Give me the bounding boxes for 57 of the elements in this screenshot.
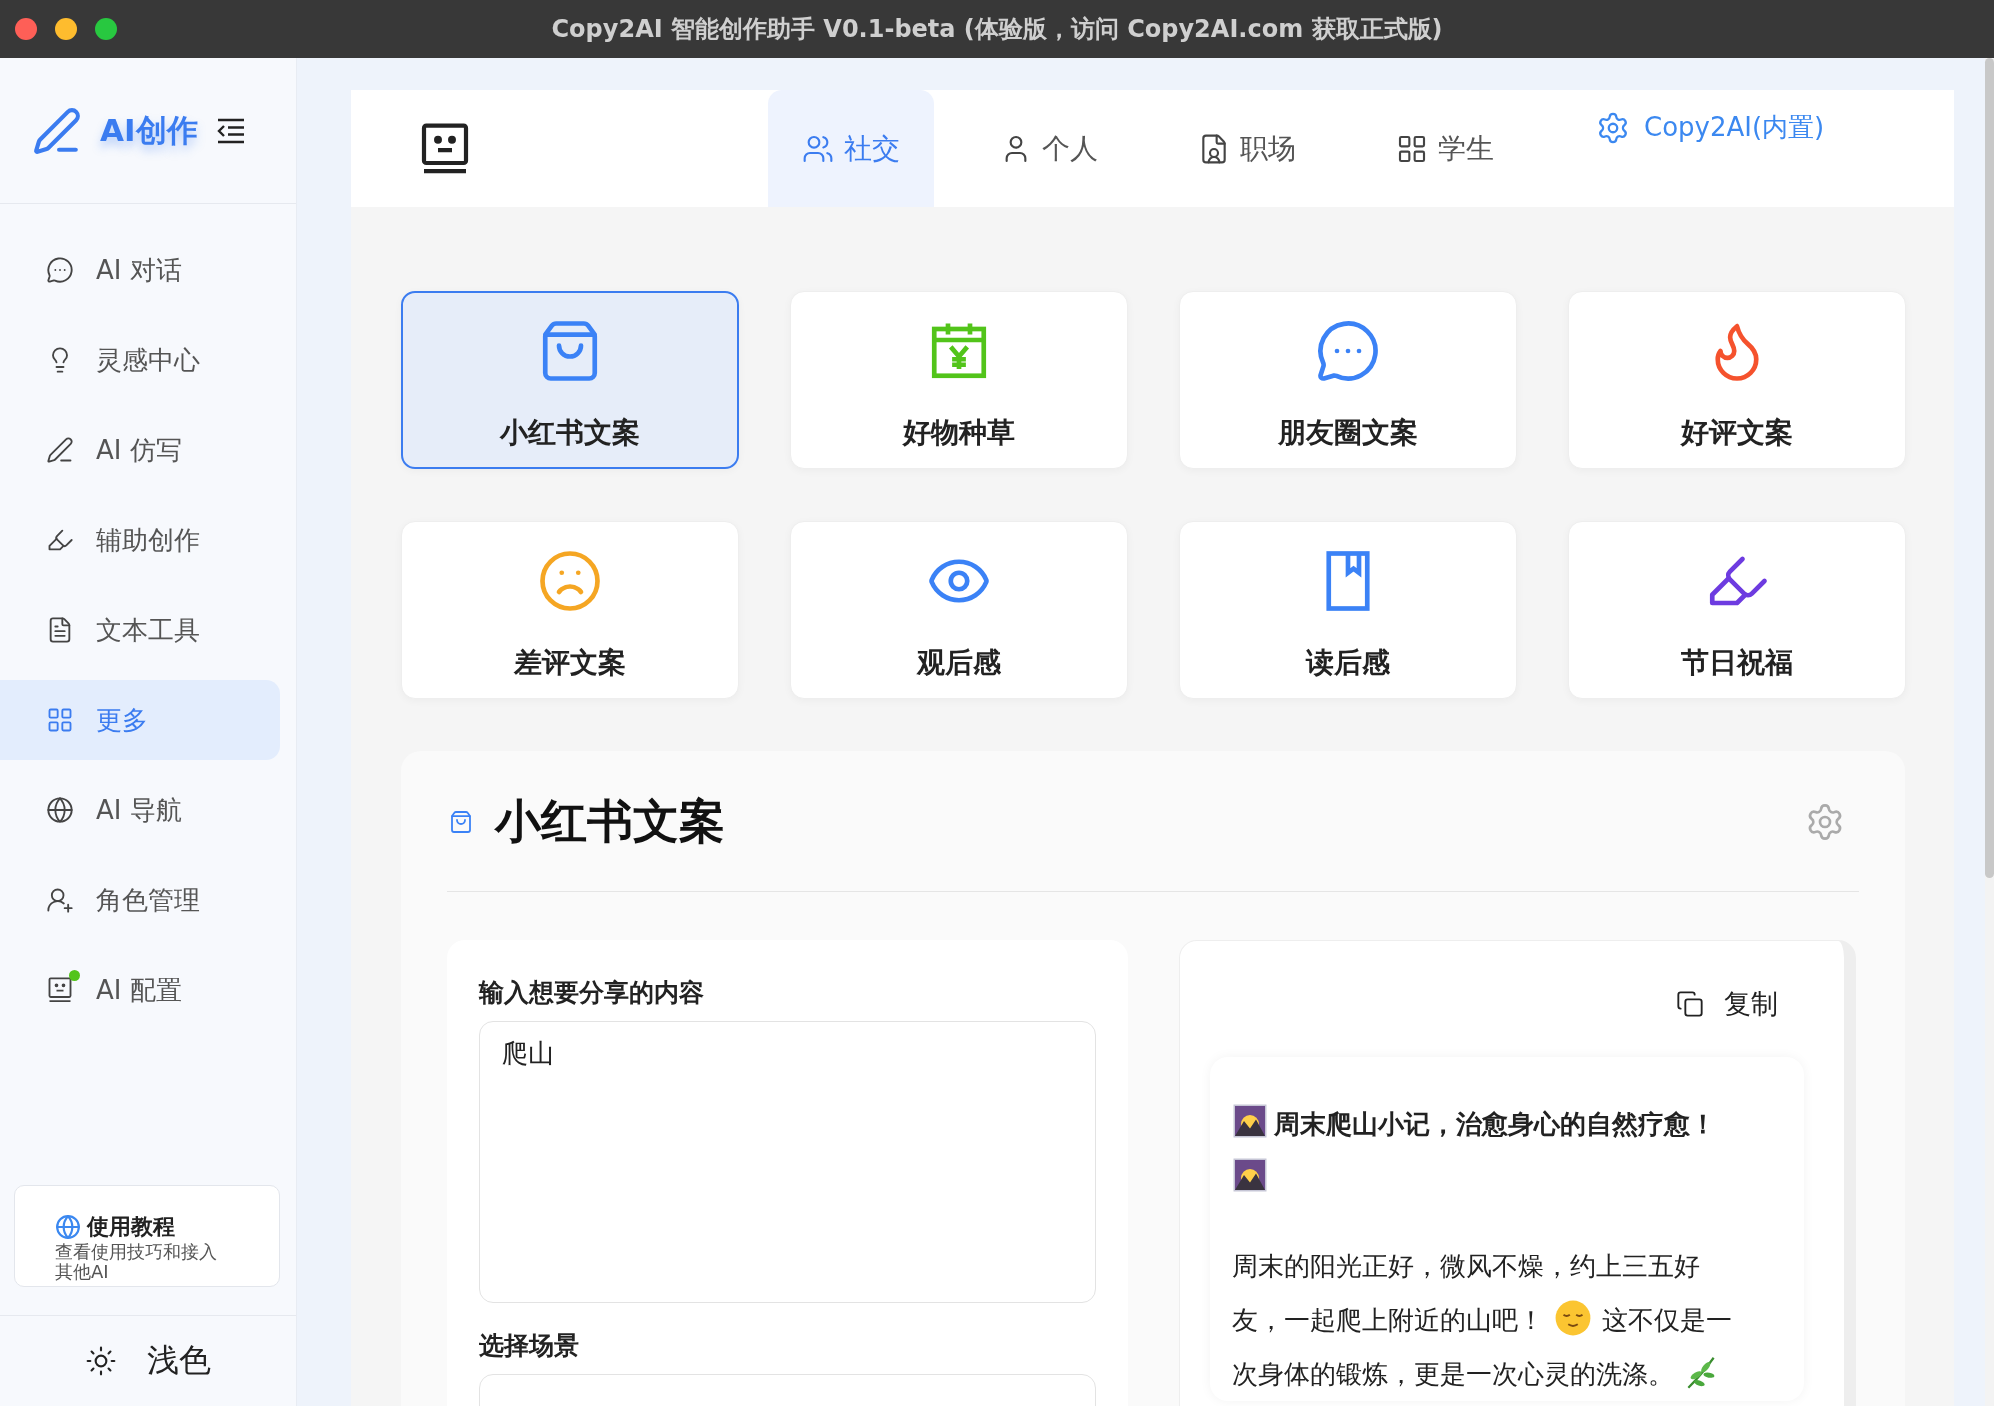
template-card[interactable]: 好评文案 <box>1568 291 1906 469</box>
globe-icon <box>46 796 74 824</box>
template-card[interactable]: 差评文案 <box>401 521 739 699</box>
tutorial-description: 查看使用技巧和接入其他AI <box>55 1242 218 1282</box>
tutorial-card[interactable]: 使用教程 查看使用技巧和接入其他AI <box>14 1185 280 1287</box>
pen-icon <box>46 436 74 464</box>
template-card[interactable]: 观后感 <box>790 521 1128 699</box>
chat-icon <box>46 256 74 284</box>
shopping-bag-icon <box>449 810 473 834</box>
sun-icon <box>85 1345 117 1377</box>
sidebar-item[interactable]: AI 仿写 <box>0 410 280 490</box>
result-heading: 周末爬山小记，治愈身心的自然疗愈！ <box>1274 1109 1716 1139</box>
sidebar-item[interactable]: AI 导航 <box>0 770 280 850</box>
panel-title: 小红书文案 <box>495 793 726 850</box>
minimize-button[interactable] <box>55 18 77 40</box>
template-card[interactable]: 节日祝福 <box>1568 521 1906 699</box>
template-card[interactable]: 读后感 <box>1179 521 1517 699</box>
category-tab[interactable]: 社交 <box>768 90 934 207</box>
tutorial-title: 使用教程 <box>87 1213 175 1242</box>
sunrise-icon <box>1232 1103 1268 1139</box>
result-text: 这不仅是一 <box>1602 1305 1732 1335</box>
result-text: 友，一起爬上附近的山吧！ <box>1232 1305 1544 1335</box>
result-text: 周末的阳光正好，微风不燥，约上三五好 <box>1232 1251 1700 1281</box>
copy-button[interactable]: 复制 <box>1670 985 1784 1023</box>
field-label: 输入想要分享的内容 <box>479 977 705 1009</box>
collapse-menu-icon[interactable] <box>215 117 246 144</box>
sidebar-item[interactable]: 辅助创作 <box>0 500 280 580</box>
smiling-face-icon <box>1554 1299 1592 1337</box>
grid-icon <box>46 706 74 734</box>
robot-face-icon <box>46 976 74 1004</box>
maximize-button[interactable] <box>95 18 117 40</box>
category-tab[interactable]: 个人 <box>966 90 1132 207</box>
model-settings-link[interactable]: Copy2AI(内置) <box>1596 110 1825 145</box>
category-tab[interactable]: 职场 <box>1164 90 1330 207</box>
copy-icon <box>1676 990 1704 1018</box>
window-title: Copy2AI 智能创作助手 V0.1-beta (体验版，访问 Copy2AI.com 获取正式版) <box>551 14 1443 45</box>
template-card[interactable]: 好物种草 <box>790 291 1128 469</box>
content-input[interactable]: 爬山 <box>479 1021 1096 1303</box>
sidebar-item[interactable]: 文本工具 <box>0 590 280 670</box>
sidebar-item[interactable]: 灵感中心 <box>0 320 280 400</box>
sidebar-item[interactable]: AI 配置 <box>0 950 280 1030</box>
theme-toggle[interactable]: 浅色 <box>79 1338 217 1384</box>
result-text: 次身体的锻炼，更是一次心灵的洗涤。 <box>1232 1359 1674 1389</box>
globe-icon <box>55 1214 81 1241</box>
pen-icon <box>32 105 82 156</box>
scrollbar-thumb[interactable] <box>1985 58 1994 878</box>
sidebar-item[interactable]: AI 对话 <box>0 230 280 310</box>
sidebar-item[interactable]: 角色管理 <box>0 860 280 940</box>
template-card[interactable]: 小红书文案 <box>401 291 739 469</box>
category-tab[interactable]: 学生 <box>1362 90 1528 207</box>
settings-icon <box>1596 110 1630 145</box>
sunrise-icon <box>1232 1157 1268 1193</box>
app-name: AI创作 <box>100 110 198 150</box>
template-card[interactable]: 朋友圈文案 <box>1179 291 1517 469</box>
close-button[interactable] <box>15 18 37 40</box>
field-label: 选择场景 <box>479 1330 580 1362</box>
person-add-icon <box>46 886 74 914</box>
